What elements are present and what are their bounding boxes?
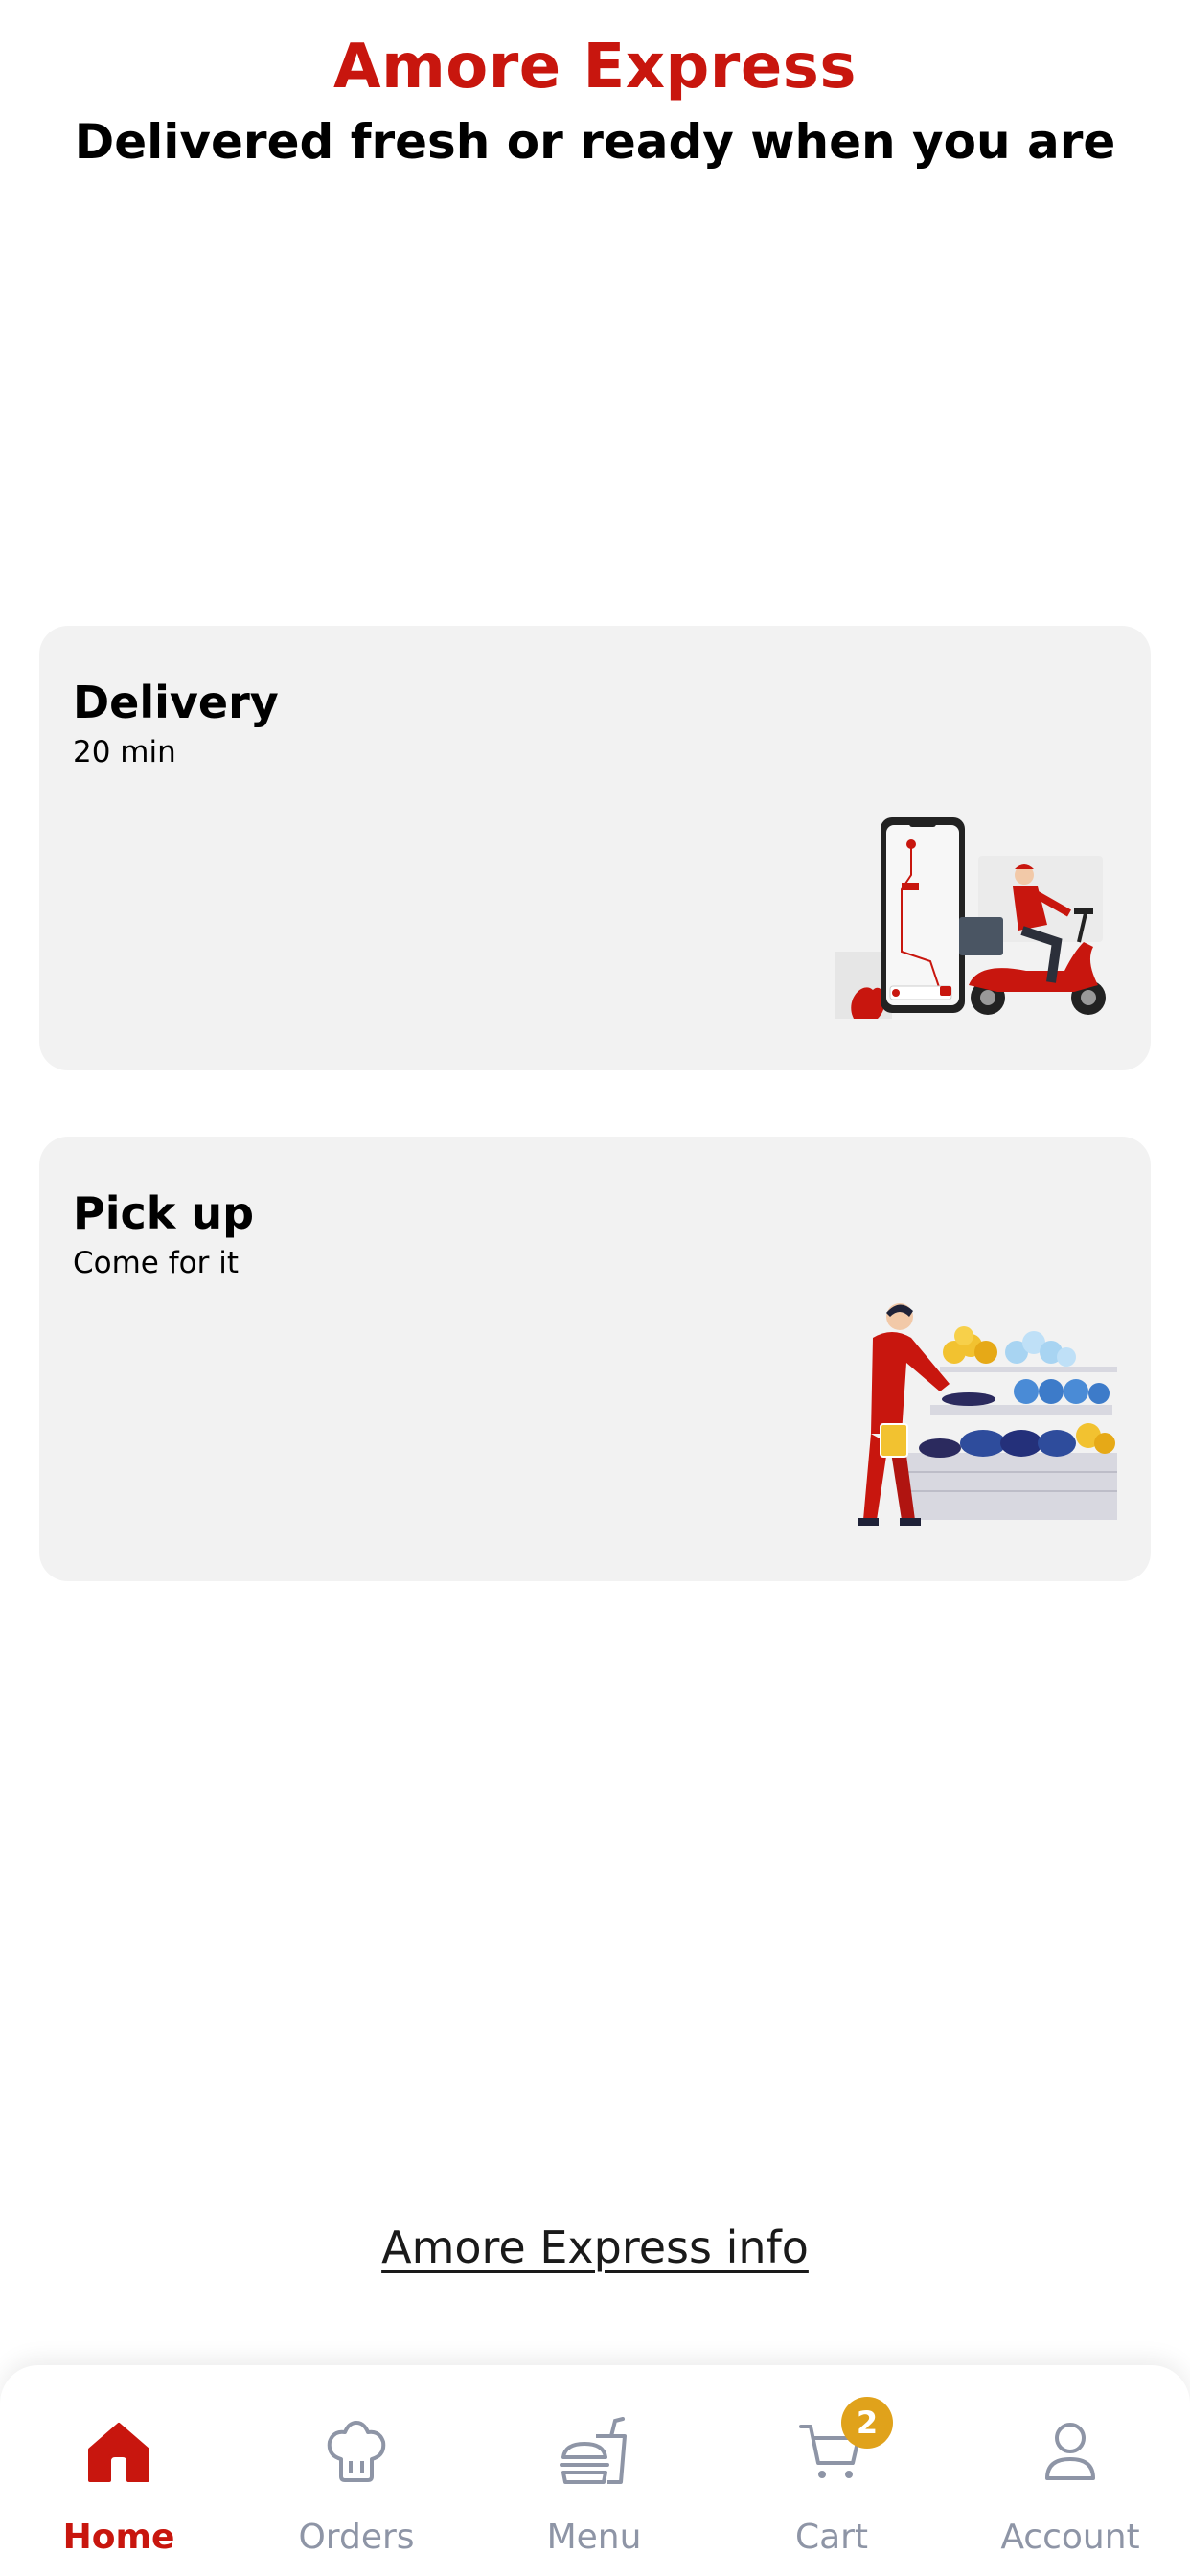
- nav-orders-label: Orders: [298, 2518, 415, 2557]
- nav-cart-label: Cart: [794, 2518, 869, 2557]
- pickup-subtitle: Come for it: [73, 1246, 239, 1280]
- delivery-option-card[interactable]: Delivery 20 min: [39, 626, 1151, 1070]
- nav-home-label: Home: [62, 2518, 175, 2557]
- nav-home[interactable]: Home: [0, 2365, 238, 2576]
- pickup-option-card[interactable]: Pick up Come for it: [39, 1137, 1151, 1581]
- amore-express-info-link[interactable]: Amore Express info: [381, 2221, 809, 2273]
- tagline: Delivered fresh or ready when you are: [74, 114, 1116, 170]
- chef-hat-icon: [238, 2413, 475, 2490]
- delivery-time: 20 min: [73, 735, 176, 770]
- nav-menu[interactable]: Menu: [475, 2365, 713, 2576]
- delivery-scooter-illustration: [835, 817, 1122, 1023]
- pickup-title: Pick up: [73, 1187, 255, 1239]
- user-icon: [950, 2413, 1190, 2490]
- app-title: Amore Express: [333, 32, 857, 103]
- bottom-navigation: Home Orders Menu Cart Account: [0, 2365, 1190, 2576]
- cart-icon: [713, 2413, 950, 2490]
- nav-orders[interactable]: Orders: [238, 2365, 475, 2576]
- nav-menu-label: Menu: [546, 2518, 642, 2557]
- nav-cart[interactable]: Cart: [713, 2365, 950, 2576]
- grocery-pickup-illustration: [815, 1300, 1122, 1533]
- nav-account[interactable]: Account: [950, 2365, 1190, 2576]
- nav-account-label: Account: [1000, 2518, 1140, 2557]
- burger-drink-icon: [475, 2413, 713, 2490]
- home-screen: Amore Express Delivered fresh or ready w…: [0, 0, 1190, 2576]
- info-link-container: Amore Express info: [0, 2221, 1190, 2273]
- delivery-title: Delivery: [73, 677, 279, 728]
- home-icon: [0, 2413, 238, 2490]
- header: Amore Express Delivered fresh or ready w…: [0, 27, 1190, 174]
- cart-count-badge: 2: [841, 2397, 893, 2449]
